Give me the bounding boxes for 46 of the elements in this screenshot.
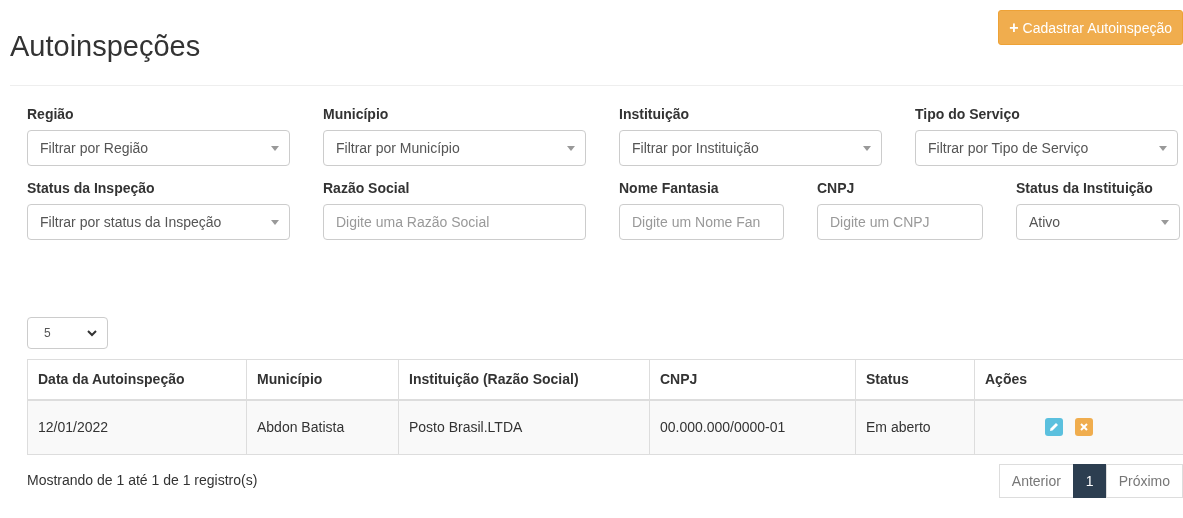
page-button[interactable]: Próximo (1105, 464, 1183, 498)
field-label: Status da Inspeção (27, 180, 156, 196)
field-label: Tipo do Serviço (915, 106, 1021, 122)
table-cell: Posto Brasil.LTDA (398, 399, 650, 455)
page-title: Autoinspeções (10, 30, 201, 63)
field-label: Município (323, 106, 390, 122)
table-cell: 12/01/2022 (27, 399, 247, 455)
field-label: Instituição (619, 106, 690, 122)
column-header: Município (246, 359, 399, 400)
caret-icon (1161, 219, 1169, 225)
table-cell: 00.000.000/0000-01 (649, 399, 856, 455)
caret-icon (567, 145, 575, 151)
page-button[interactable]: Anterior (998, 464, 1074, 498)
select-field[interactable]: Filtrar por Município (323, 130, 586, 166)
caret-icon (271, 145, 279, 151)
field-label: Razão Social (323, 180, 411, 196)
caret-icon (1159, 145, 1167, 151)
page-size-select[interactable]: 5 (27, 317, 108, 349)
field-label: Status da Instituição (1016, 180, 1154, 196)
chevron-icon (87, 329, 97, 337)
input-field[interactable]: Digite um Nome Fan (619, 204, 784, 240)
table-cell: Abdon Batista (246, 399, 399, 455)
delete-button[interactable] (1075, 418, 1093, 437)
input-field[interactable]: Digite um CNPJ (817, 204, 983, 240)
pencil-icon (1049, 422, 1059, 433)
edit-button[interactable] (1045, 418, 1063, 437)
caret-icon (863, 145, 871, 151)
select-field[interactable]: Filtrar por status da Inspeção (27, 204, 290, 240)
input-field[interactable]: Digite uma Razão Social (323, 204, 586, 240)
select-field[interactable]: Ativo (1016, 204, 1180, 240)
column-header: Instituição (Razão Social) (398, 359, 650, 400)
field-label: Região (27, 106, 75, 122)
close-icon (1080, 423, 1088, 432)
column-header: Data da Autoinspeção (27, 359, 247, 400)
column-header: CNPJ (649, 359, 856, 400)
column-header: Status (855, 359, 975, 400)
field-label: Nome Fantasia (619, 180, 720, 196)
caret-icon (271, 219, 279, 225)
record-count: Mostrando de 1 até 1 de 1 registro(s) (27, 472, 258, 488)
table-cell: Em aberto (855, 399, 975, 455)
select-field[interactable]: Filtrar por Região (27, 130, 290, 166)
page-button[interactable]: 1 (1072, 464, 1107, 498)
column-header: Ações (974, 359, 1183, 400)
select-field[interactable]: Filtrar por Tipo de Serviço (915, 130, 1178, 166)
field-label: CNPJ (817, 180, 856, 196)
select-field[interactable]: Filtrar por Instituição (619, 130, 882, 166)
